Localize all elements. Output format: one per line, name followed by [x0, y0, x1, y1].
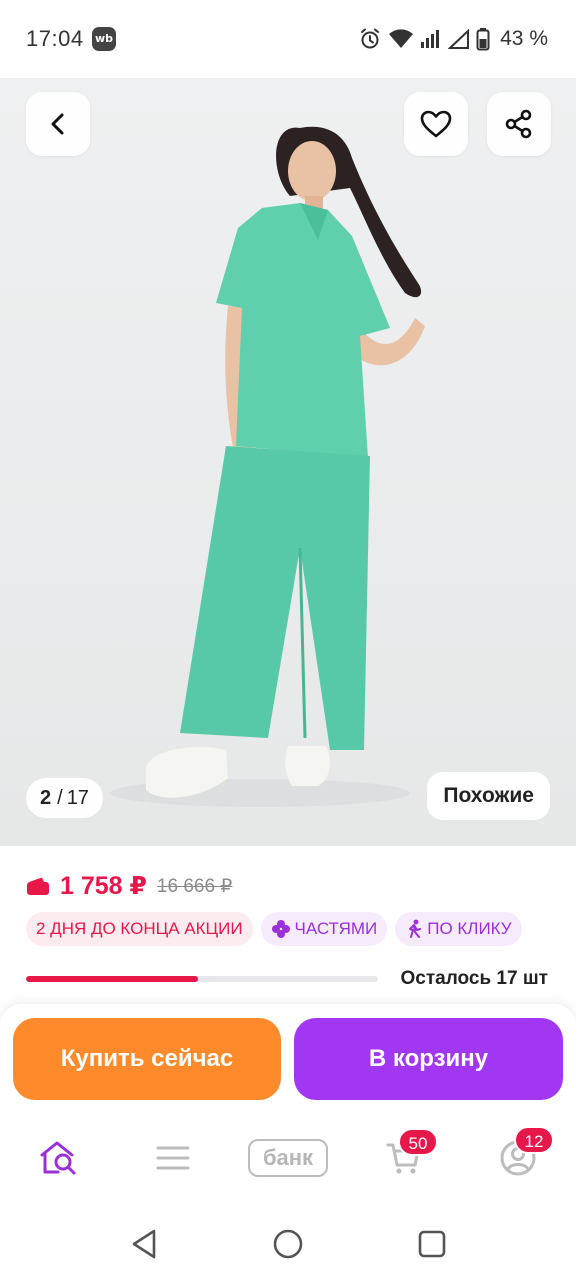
share-button[interactable]: [487, 92, 551, 156]
system-recents-button[interactable]: [412, 1224, 452, 1264]
signal-icon: [421, 30, 440, 48]
image-counter-current: 2: [40, 786, 52, 809]
triangle-back-icon: [132, 1229, 156, 1259]
system-navigation-bar: [0, 1206, 576, 1280]
system-back-button[interactable]: [124, 1224, 164, 1264]
wallet-icon: [27, 877, 49, 895]
signal-empty-icon: [448, 29, 470, 49]
image-counter-total: 17: [66, 786, 89, 809]
add-to-cart-button[interactable]: В корзину: [294, 1018, 563, 1100]
circle-home-icon: [273, 1229, 303, 1259]
wifi-icon: [389, 29, 414, 48]
running-man-icon: [409, 919, 422, 938]
share-icon: [505, 109, 532, 139]
buy-now-button[interactable]: Купить сейчас: [13, 1018, 281, 1100]
square-recents-icon: [418, 1230, 446, 1258]
promo-timer-chip[interactable]: 2 ДНЯ ДО КОНЦА АКЦИИ: [26, 912, 253, 946]
menu-icon: [156, 1146, 190, 1170]
current-price: 1 758 ₽: [60, 872, 147, 900]
nav-home[interactable]: [34, 1136, 82, 1180]
chevron-left-icon: [51, 113, 64, 135]
stock-progress-fill: [26, 976, 199, 982]
wb-app-badge: wb: [92, 27, 116, 51]
nav-catalog[interactable]: [149, 1136, 197, 1180]
stock-progress-bar: [26, 976, 378, 982]
status-icons: 43 %: [358, 25, 548, 53]
bottom-navigation: банк 50 12: [0, 1116, 576, 1206]
installments-label: ЧАСТЯМИ: [294, 919, 378, 938]
profile-notification-badge: 12: [514, 1126, 554, 1154]
system-home-button[interactable]: [268, 1224, 308, 1264]
home-search-icon: [40, 1141, 76, 1175]
status-bar: 17:04 wb 43 %: [0, 0, 576, 78]
product-photo-illustration: [110, 126, 425, 807]
favorite-button[interactable]: [404, 92, 468, 156]
battery-icon: [476, 28, 490, 51]
installments-chip[interactable]: ЧАСТЯМИ: [260, 912, 388, 946]
quick-buy-chip[interactable]: ПО КЛИКУ: [395, 912, 522, 946]
price-row: 1 758 ₽ 16 666 ₽: [26, 866, 232, 906]
similar-button[interactable]: Похожие: [427, 772, 550, 820]
status-time: 17:04: [26, 26, 84, 51]
alarm-icon: [361, 28, 380, 49]
action-bar: Купить сейчас В корзину: [0, 1004, 576, 1116]
old-price: 16 666 ₽: [156, 875, 233, 897]
image-counter-separator: /: [57, 786, 63, 809]
nav-bank[interactable]: банк: [246, 1136, 330, 1180]
image-counter: 2 / 17: [26, 778, 103, 818]
promo-chips: 2 ДНЯ ДО КОНЦА АКЦИИ ЧАСТЯМИ ПО КЛИКУ: [26, 912, 522, 946]
battery-percent: 43 %: [500, 27, 548, 50]
stock-remaining: Осталось 17 шт: [400, 968, 548, 989]
cart-count-badge: 50: [398, 1128, 438, 1156]
promo-timer-label: 2 ДНЯ ДО КОНЦА АКЦИИ: [36, 919, 243, 938]
back-button[interactable]: [26, 92, 90, 156]
heart-icon: [420, 110, 452, 138]
quick-buy-label: ПО КЛИКУ: [427, 919, 512, 938]
product-image[interactable]: 2 / 17 Похожие: [0, 78, 576, 846]
bank-label: банк: [248, 1139, 328, 1177]
clover-icon: [271, 920, 290, 938]
